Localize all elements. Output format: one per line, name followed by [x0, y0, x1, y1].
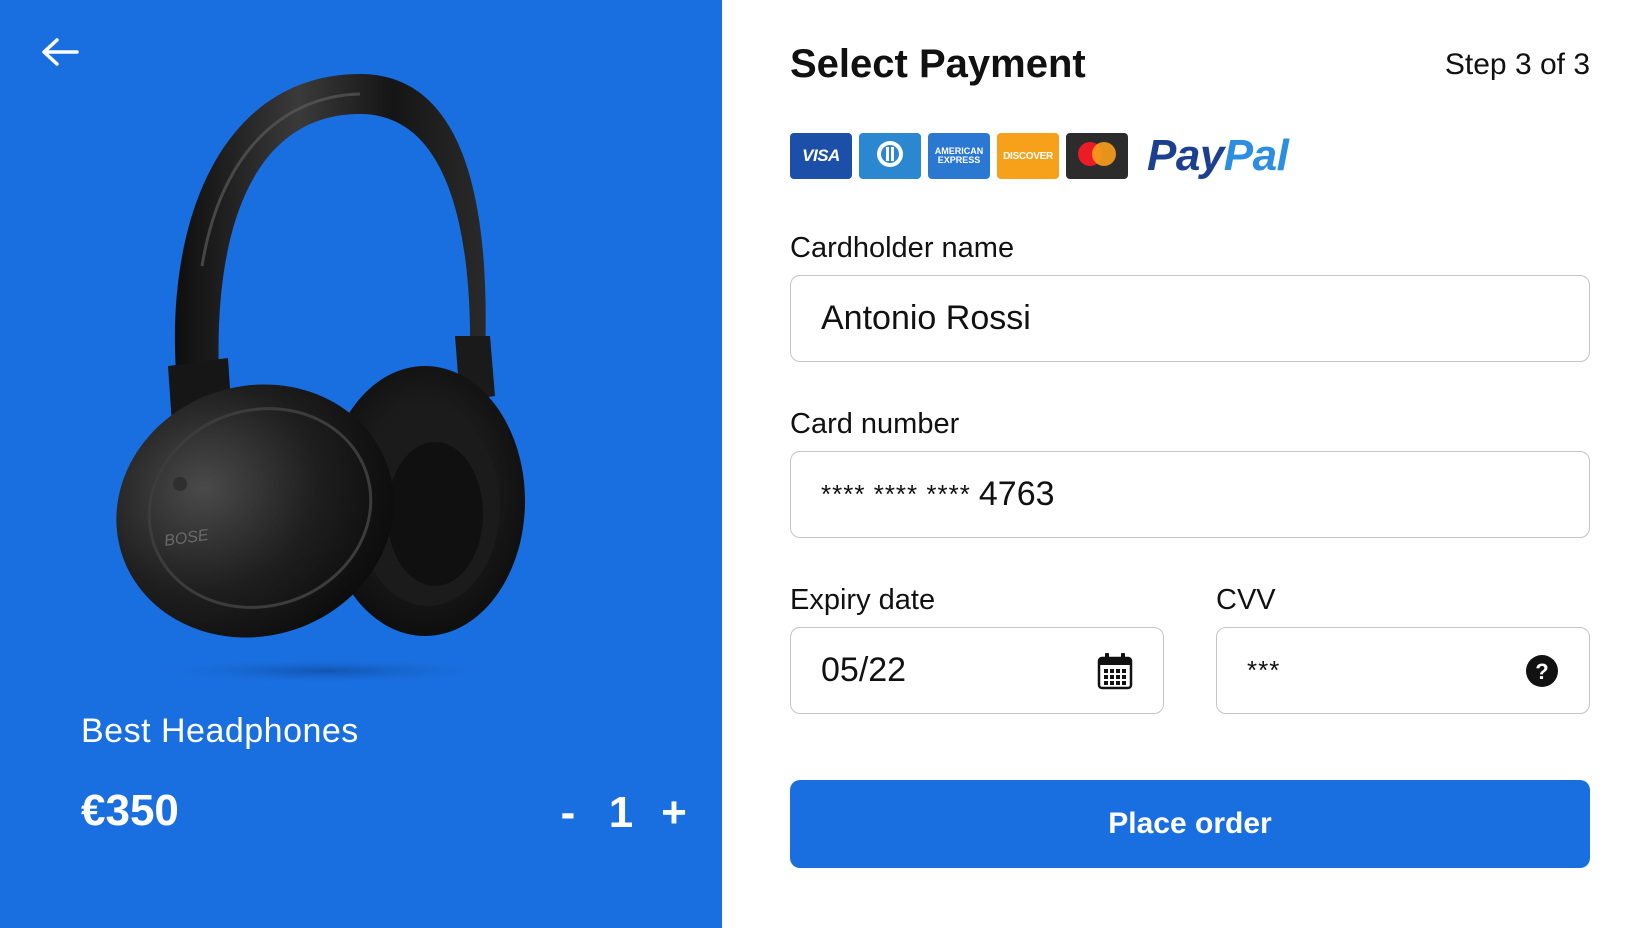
paypal-logo-pal: Pal — [1223, 131, 1289, 180]
mastercard-icon — [1075, 140, 1119, 173]
mastercard-method[interactable] — [1066, 133, 1128, 179]
product-image: BOSE — [110, 66, 570, 716]
discover-method[interactable]: DISCOVER — [997, 133, 1059, 179]
page-title: Select Payment — [790, 42, 1086, 86]
decrement-button[interactable]: - — [550, 788, 586, 838]
place-order-button[interactable]: Place order — [790, 780, 1590, 868]
cardholder-label: Cardholder name — [790, 232, 1015, 264]
diners-method[interactable] — [859, 133, 921, 179]
visa-logo: VISA — [802, 146, 840, 165]
card-number-input[interactable] — [978, 475, 1559, 514]
payment-methods: VISA AMERICAN EXPRESS DISCOVER PayPal — [790, 131, 1289, 181]
product-price: €350 — [81, 786, 179, 835]
paypal-method[interactable]: PayPal — [1147, 131, 1289, 181]
cvv-input[interactable] — [1247, 655, 1517, 686]
help-circle-icon[interactable]: ? — [1525, 654, 1559, 688]
step-indicator: Step 3 of 3 — [1444, 48, 1590, 81]
expiry-input[interactable] — [821, 651, 1089, 690]
amex-logo-line2: EXPRESS — [937, 155, 981, 165]
cvv-field: ? — [1216, 627, 1590, 714]
card-number-field: **** **** **** — [790, 451, 1590, 538]
calendar-icon[interactable] — [1097, 652, 1133, 690]
svg-text:?: ? — [1535, 659, 1548, 684]
back-button[interactable] — [36, 34, 84, 74]
diners-icon — [875, 139, 905, 174]
arrow-left-icon — [41, 37, 79, 72]
card-number-label: Card number — [790, 408, 960, 440]
visa-method[interactable]: VISA — [790, 133, 852, 179]
cardholder-field — [790, 275, 1590, 362]
cardholder-input[interactable] — [821, 299, 1559, 338]
payment-panel: Select Payment Step 3 of 3 VISA AMERICAN… — [722, 0, 1648, 928]
product-panel: BOSE Best Headphones €350 - 1 + — [0, 0, 722, 928]
amex-method[interactable]: AMERICAN EXPRESS — [928, 133, 990, 179]
card-number-mask: **** **** **** — [821, 479, 971, 509]
paypal-logo-pay: Pay — [1147, 131, 1224, 180]
discover-logo: DISCOVER — [1003, 150, 1053, 162]
product-name: Best Headphones — [81, 712, 359, 750]
expiry-field — [790, 627, 1164, 714]
expiry-label: Expiry date — [790, 584, 936, 616]
cvv-label: CVV — [1216, 584, 1276, 616]
increment-button[interactable]: + — [656, 788, 692, 838]
quantity-value: 1 — [608, 788, 634, 837]
quantity-stepper: - 1 + — [550, 786, 692, 840]
